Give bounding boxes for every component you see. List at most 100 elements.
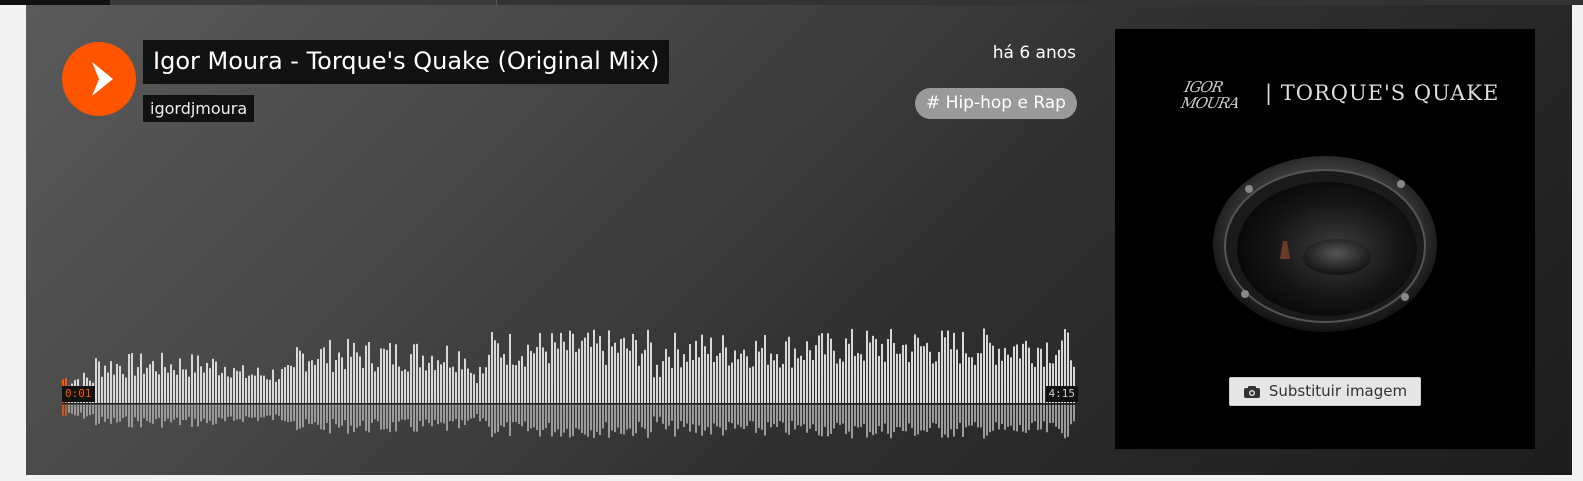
waveform-bar (746, 356, 748, 403)
waveform-reflection-bar (596, 405, 598, 432)
waveform-bar (329, 340, 331, 403)
waveform-reflection-bar (287, 405, 289, 423)
waveform-bar (416, 343, 418, 403)
elapsed-time: 0:01 (62, 386, 95, 402)
waveform-reflection-bar (419, 405, 421, 422)
waveform-bar (455, 372, 457, 403)
waveform-reflection-bar (314, 405, 316, 423)
waveform-reflection-bar (233, 405, 235, 421)
waveform-reflection-bar (848, 405, 850, 432)
waveform-reflection-bar (842, 405, 844, 424)
waveform-reflection-bar (800, 405, 802, 427)
waveform-reflection-bar (863, 405, 865, 425)
waveform-reflection-bar (794, 405, 796, 430)
waveform-bar (872, 335, 874, 403)
waveform-reflection-bar (305, 405, 307, 420)
waveform-bar (104, 365, 106, 403)
waveform-reflection-bar (80, 405, 82, 413)
waveform-reflection-bar (554, 405, 556, 433)
waveform-bar (992, 345, 994, 403)
waveform-bar (311, 360, 313, 403)
genre-tag[interactable]: # Hip-hop e Rap (915, 88, 1077, 119)
waveform-reflection-bar (134, 405, 136, 418)
waveform-bar (776, 354, 778, 403)
waveform-bar (800, 355, 802, 403)
waveform-reflection-bar (974, 405, 976, 423)
waveform-reflection-bar (83, 405, 85, 419)
waveform-bar (839, 358, 841, 403)
waveform-reflection-bar (1073, 405, 1075, 422)
waveform-bar (665, 348, 667, 403)
waveform-reflection-bar (968, 405, 970, 426)
waveform-bar (755, 340, 757, 403)
artwork-title-text: | TORQUE'S QUAKE (1265, 81, 1500, 105)
waveform-bar (221, 372, 223, 403)
waveform-bar (1007, 354, 1009, 403)
waveform-bar (422, 355, 424, 403)
waveform-reflection-bar (677, 405, 679, 430)
waveform-reflection-bar (125, 405, 127, 417)
waveform-bar (107, 372, 109, 403)
waveform-reflection-bar (566, 405, 568, 429)
waveform-reflection-bar (488, 405, 490, 427)
waveform-reflection-bar (323, 405, 325, 431)
waveform-reflection-bar (872, 405, 874, 436)
waveform-bar (434, 370, 436, 403)
waveform-reflection-bar (1016, 405, 1018, 432)
waveform-bar (620, 338, 622, 403)
waveform-bar (854, 356, 856, 403)
waveform-bar (479, 366, 481, 403)
waveform-bar (608, 330, 610, 403)
waveform-bar (287, 364, 289, 403)
play-button[interactable] (62, 42, 136, 116)
waveform-reflection-bar (785, 405, 787, 433)
waveform-bar (1028, 347, 1030, 403)
waveform-reflection-bar (878, 405, 880, 427)
waveform-bar (632, 333, 634, 403)
waveform-bar (827, 333, 829, 403)
waveform-reflection-bar (881, 405, 883, 432)
waveform-bar (344, 369, 346, 403)
waveform-reflection-bar (365, 405, 367, 431)
waveform-reflection-bar (503, 405, 505, 428)
waveform-bar (701, 334, 703, 403)
waveform-bar (491, 332, 493, 403)
waveform-reflection-bar (128, 405, 130, 428)
waveform-bar (335, 360, 337, 403)
waveform-reflection-bar (455, 405, 457, 419)
waveform-reflection-bar (719, 405, 721, 428)
waveform-bar (557, 348, 559, 403)
waveform[interactable]: 0:01 4:15 (62, 317, 1078, 443)
waveform-reflection-bar (191, 405, 193, 427)
waveform-reflection-bar (494, 405, 496, 434)
waveform-reflection-bar (617, 405, 619, 428)
waveform-bar (317, 358, 319, 403)
waveform-bar (569, 330, 571, 403)
waveform-reflection-bar (410, 405, 412, 427)
waveform-reflection-bar (281, 405, 283, 421)
waveform-bar (677, 349, 679, 403)
replace-image-button[interactable]: Substituir imagem (1229, 377, 1421, 406)
waveform-bar (989, 342, 991, 403)
waveform-reflection-bar (764, 405, 766, 436)
waveform-bar (845, 338, 847, 403)
waveform-reflection-bar (698, 405, 700, 426)
waveform-bar (728, 365, 730, 403)
waveform-bar (209, 368, 211, 403)
waveform-bar (467, 368, 469, 403)
waveform-reflection-bar (659, 405, 661, 417)
waveform-bar (125, 377, 127, 403)
waveform-bars[interactable] (62, 317, 1078, 443)
waveform-bar (554, 342, 556, 403)
waveform-bar (356, 352, 358, 403)
waveform-bar (563, 341, 565, 403)
waveform-reflection-bar (587, 405, 589, 437)
waveform-reflection-bar (527, 405, 529, 432)
waveform-reflection-bar (941, 405, 943, 438)
waveform-reflection-bar (701, 405, 703, 436)
waveform-bar (590, 346, 592, 403)
artist-link[interactable]: igordjmoura (143, 95, 255, 122)
waveform-reflection-bar (380, 405, 382, 430)
waveform-bar (440, 364, 442, 403)
waveform-bar (929, 351, 931, 403)
